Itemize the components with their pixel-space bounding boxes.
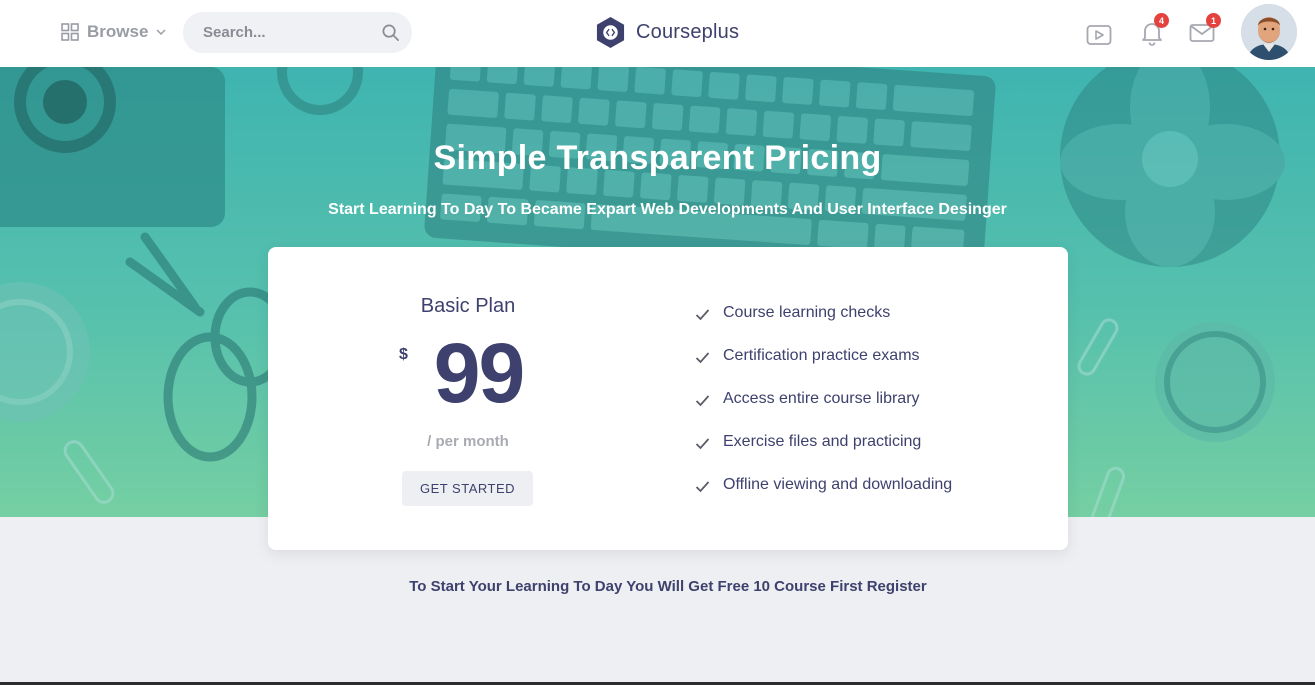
plan-period: / per month — [427, 433, 509, 450]
plan-name: Basic Plan — [420, 295, 516, 317]
feature-list: Course learning checks Certification pra… — [695, 304, 952, 519]
video-icon[interactable] — [1086, 22, 1112, 48]
hero-subtitle: Start Learning To Day To Became Expart W… — [328, 201, 1007, 218]
check-icon — [695, 309, 710, 321]
feature-label: Access entire course library — [723, 390, 920, 407]
feature-item: Exercise files and practicing — [695, 433, 952, 476]
feature-label: Offline viewing and downloading — [723, 476, 953, 493]
search-input[interactable] — [203, 24, 373, 41]
feature-label: Certification practice exams — [723, 347, 920, 364]
brand-logo[interactable]: Courseplus — [595, 16, 739, 49]
feature-item: Course learning checks — [695, 304, 952, 347]
check-icon — [695, 352, 710, 364]
footer-note: To Start Your Learning To Day You Will G… — [409, 578, 927, 595]
logo-icon — [596, 17, 625, 48]
pricing-card: Basic Plan $ 99 / per month GET STARTED … — [268, 247, 1068, 550]
hero-title: Simple Transparent Pricing — [433, 139, 882, 177]
grid-icon — [61, 23, 79, 41]
feature-item: Offline viewing and downloading — [695, 476, 952, 519]
check-icon — [695, 438, 710, 450]
feature-label: Exercise files and practicing — [723, 433, 922, 450]
plan-price: 99 — [433, 326, 525, 420]
avatar-image — [1241, 4, 1297, 60]
avatar[interactable] — [1241, 4, 1297, 60]
browse-menu[interactable]: Browse — [61, 21, 166, 43]
plan-currency: $ — [399, 346, 408, 363]
browse-label: Browse — [87, 22, 149, 41]
messages-badge: 1 — [1206, 13, 1221, 28]
search-icon[interactable] — [381, 23, 400, 42]
check-icon — [695, 395, 710, 407]
feature-label: Course learning checks — [723, 304, 891, 321]
top-header: Browse Courseplus 4 1 — [0, 0, 1315, 67]
feature-item: Certification practice exams — [695, 347, 952, 390]
chevron-down-icon — [156, 28, 166, 35]
brand-name: Courseplus — [636, 21, 740, 43]
notifications-badge: 4 — [1154, 13, 1169, 28]
get-started-button[interactable]: GET STARTED — [402, 471, 533, 506]
feature-item: Access entire course library — [695, 390, 952, 433]
check-icon — [695, 481, 710, 493]
search-box — [183, 12, 412, 53]
